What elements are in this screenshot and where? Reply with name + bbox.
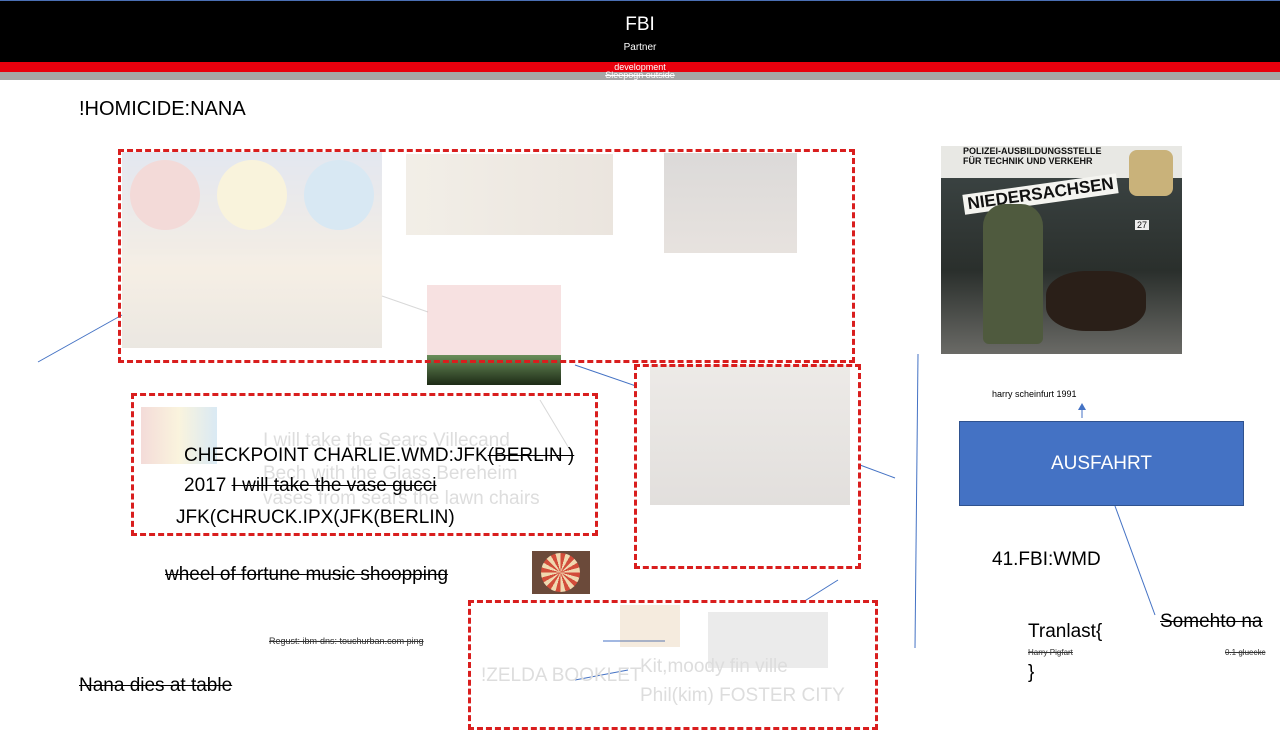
year-line: 2017 I will take the vase gucci [184, 475, 436, 497]
ghost-text-kit-2: Phil(kim) FOSTER CITY [640, 685, 845, 706]
fbi-wmd-text: 41.FBI:WMD [992, 549, 1101, 570]
ausfahrt-box: AUSFAHRT [959, 421, 1244, 506]
photo-house-number: 27 [1135, 220, 1150, 230]
photo-shield [1129, 150, 1173, 196]
homicide-text: !HOMICIDE:NANA [79, 98, 246, 120]
police-photo: POLIZEI-AUSBILDUNGSSTELLE FÜR TECHNIK UN… [941, 146, 1182, 354]
glueck-text: 0.1 glueckc [1225, 648, 1266, 657]
year-text: 2017 [184, 475, 227, 496]
tranlast-open: Tranlast{ [1028, 621, 1103, 642]
harry-caption: harry scheinfurt 1991 [992, 389, 1077, 399]
photo-sign-line2: FÜR TECHNIK UND VERKEHR [963, 156, 1093, 166]
dashed-box-right [634, 364, 861, 569]
dashed-box-top [118, 149, 855, 363]
checkpoint-struck: (BERLIN ) [487, 445, 575, 466]
photo-officer [983, 204, 1043, 344]
photo-sign-line1: POLIZEI-AUSBILDUNGSSTELLE [963, 146, 1102, 156]
vase-struck-text: I will take the vase gucci [231, 475, 437, 496]
wheel-text: wheel of fortune music shoopping [165, 564, 449, 585]
nana-text: Nana dies at table [79, 675, 233, 696]
ghost-text-zelda: !ZELDA BOOKLET [481, 665, 642, 686]
photo-sign-line3: NIEDERSACHSEN [962, 173, 1119, 215]
regust-text: Regust: ibm-dns: touchurban.com ping [269, 636, 424, 646]
checkpoint-line: CHECKPOINT CHARLIE.WMD:JFK(BERLIN ) [184, 445, 574, 467]
checkpoint-text: CHECKPOINT CHARLIE.WMD:JFK [184, 445, 488, 466]
somehto-text: Somehto na [1160, 611, 1263, 632]
ghost-text-kit-1: Kit,moody fin ville [640, 656, 788, 677]
tranlast-close: } [1028, 662, 1035, 683]
harry-pigfart: Harry Pigfart [1028, 648, 1073, 657]
photo-boar [1046, 271, 1146, 331]
jfk-text: JFK(CHRUCK.IPX(JFK(BERLIN) [176, 507, 455, 528]
wheel-thumbnail [532, 551, 590, 594]
